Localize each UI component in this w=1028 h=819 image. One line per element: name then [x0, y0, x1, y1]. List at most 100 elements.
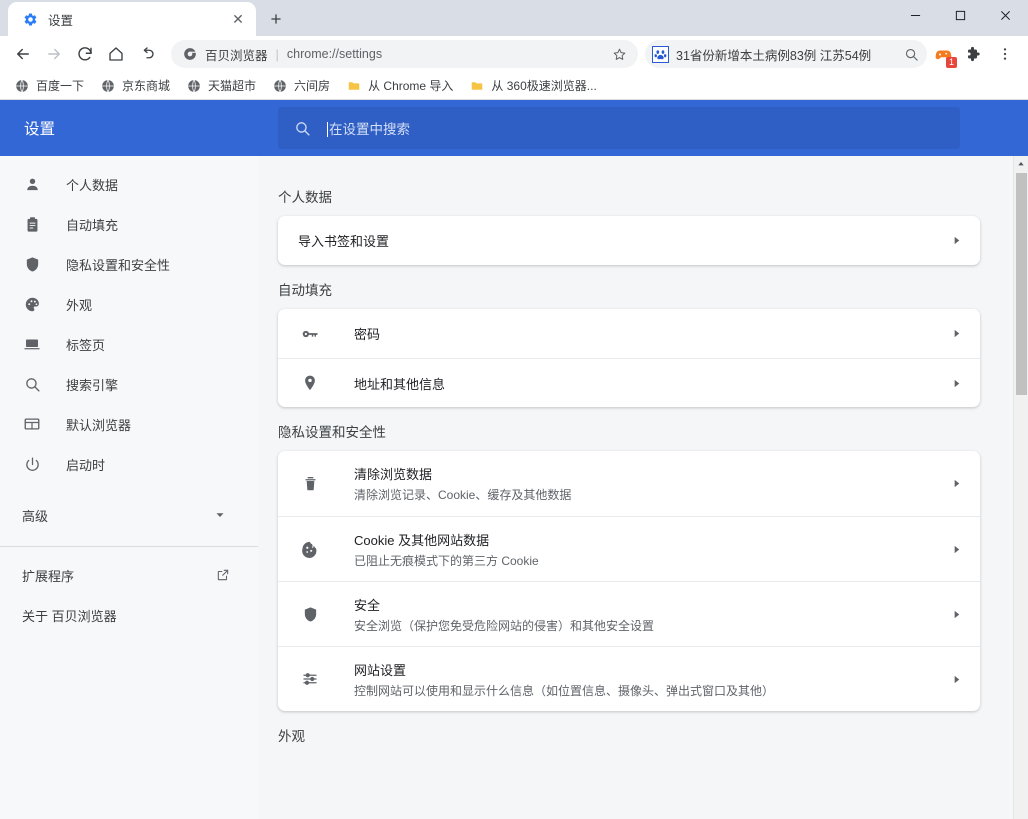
row-passwords[interactable]: 密码 — [278, 309, 980, 358]
baidu-paw-icon — [652, 45, 669, 63]
scroll-up-arrow-icon[interactable] — [1014, 156, 1028, 171]
back-icon[interactable] — [8, 39, 38, 69]
key-icon — [298, 325, 322, 343]
row-addresses-and-more[interactable]: 地址和其他信息 — [278, 358, 980, 407]
sidebar-item-label: 外观 — [66, 297, 93, 313]
row-clear-browsing-data[interactable]: 清除浏览数据 清除浏览记录、Cookie、缓存及其他数据 — [278, 451, 980, 516]
search-query-value: 31省份新增本土病例83例 江苏54例 — [676, 48, 872, 63]
row-subtitle: 控制网站可以使用和显示什么信息（如位置信息、摄像头、弹出式窗口及其他） — [354, 683, 775, 698]
address-bar[interactable]: 百贝浏览器 | chrome://settings — [171, 40, 638, 68]
power-icon — [22, 454, 42, 474]
extensions-puzzle-icon[interactable] — [959, 39, 989, 69]
settings-body: 个人数据 自动填充 隐私设置和安全性 外观 标签页 搜索引擎 默认浏览器 启动时… — [0, 156, 1028, 819]
row-title: 地址和其他信息 — [354, 376, 446, 392]
section-title: 隐私设置和安全性 — [278, 425, 386, 440]
section-title: 个人数据 — [278, 190, 332, 205]
bookmarks-bar: 百度一下 京东商城 天猫超市 六间房 从 Chrome 导入 从 360极速浏览… — [0, 72, 1028, 100]
bookmark-item[interactable]: 京东商城 — [94, 74, 178, 97]
row-site-settings[interactable]: 网站设置 控制网站可以使用和显示什么信息（如位置信息、摄像头、弹出式窗口及其他） — [278, 646, 980, 711]
omnibox-brand: 百贝浏览器 — [205, 48, 268, 63]
row-text: 密码 — [354, 324, 944, 343]
globe-icon — [186, 78, 202, 94]
sidebar-footer-label: 关于 百贝浏览器 — [22, 608, 117, 624]
autofill-card: 密码 地址和其他信息 — [278, 309, 980, 407]
close-icon[interactable]: ✕ — [228, 9, 248, 29]
sidebar-item-default-browser[interactable]: 默认浏览器 — [0, 404, 258, 444]
new-tab-button[interactable] — [262, 5, 290, 33]
history-back-arrow-icon[interactable] — [132, 39, 162, 69]
sidebar-item-tabs[interactable]: 标签页 — [0, 324, 258, 364]
sidebar-advanced-label: 高级 — [22, 508, 49, 524]
row-text: Cookie 及其他网站数据 已阻止无痕模式下的第三方 Cookie — [354, 530, 944, 569]
trash-icon — [298, 475, 322, 492]
bookmark-item[interactable]: 百度一下 — [8, 74, 92, 97]
browser-menu-icon[interactable] — [990, 39, 1020, 69]
omnibox-url: chrome://settings — [286, 47, 383, 61]
reload-icon[interactable] — [70, 39, 100, 69]
sidebar-item-about[interactable]: 关于 百贝浏览器 — [0, 595, 258, 635]
game-center-button[interactable]: 1 — [928, 39, 958, 69]
search-bar[interactable]: 31省份新增本土病例83例 江苏54例 — [645, 40, 927, 68]
clipboard-icon — [22, 214, 42, 234]
bookmark-label: 百度一下 — [36, 79, 85, 93]
maximize-button[interactable] — [938, 0, 983, 30]
sidebar-item-extensions[interactable]: 扩展程序 — [0, 555, 258, 595]
settings-content: 个人数据 导入书签和设置 自动填充 密码 地址和其他信息 隐私设置和安全性 清除… — [258, 156, 1028, 819]
shield-icon — [298, 606, 322, 623]
sidebar-item-label: 隐私设置和安全性 — [66, 257, 171, 273]
chevron-right-icon — [944, 478, 962, 489]
chevron-right-icon — [944, 378, 962, 389]
sidebar-item-label: 自动填充 — [66, 217, 119, 233]
search-icon[interactable] — [904, 47, 919, 62]
row-subtitle: 清除浏览记录、Cookie、缓存及其他数据 — [354, 488, 572, 502]
folder-icon — [469, 78, 485, 94]
browser-tab-settings[interactable]: 设置 ✕ — [8, 2, 256, 36]
close-button[interactable] — [983, 0, 1028, 30]
bookmark-star-icon[interactable] — [610, 47, 628, 62]
home-icon[interactable] — [101, 39, 131, 69]
row-title: 导入书签和设置 — [298, 234, 390, 249]
bookmark-folder[interactable]: 从 Chrome 导入 — [340, 74, 461, 97]
row-title: 安全 — [354, 597, 381, 613]
chevron-right-icon — [944, 328, 962, 339]
sidebar-item-autofill[interactable]: 自动填充 — [0, 204, 258, 244]
bookmark-label: 天猫超市 — [208, 79, 257, 93]
row-cookies-and-site-data[interactable]: Cookie 及其他网站数据 已阻止无痕模式下的第三方 Cookie — [278, 516, 980, 581]
row-text: 地址和其他信息 — [354, 374, 944, 393]
chevron-right-icon — [944, 235, 962, 246]
minimize-button[interactable] — [893, 0, 938, 30]
bookmark-item[interactable]: 六间房 — [266, 74, 338, 97]
settings-search-placeholder: 在设置中搜索 — [327, 118, 410, 138]
sidebar-item-advanced[interactable]: 高级 — [0, 492, 258, 538]
sidebar-item-search-engine[interactable]: 搜索引擎 — [0, 364, 258, 404]
content-scrollbar[interactable] — [1013, 156, 1028, 819]
bookmark-label: 从 360极速浏览器... — [491, 79, 597, 93]
row-security[interactable]: 安全 安全浏览（保护您免受危险网站的侵害）和其他安全设置 — [278, 581, 980, 646]
scrollbar-thumb[interactable] — [1016, 173, 1027, 395]
title-bar: 设置 ✕ — [0, 0, 1028, 36]
external-link-icon — [216, 568, 230, 582]
folder-icon — [346, 78, 362, 94]
settings-search-input[interactable]: 在设置中搜索 — [278, 107, 960, 149]
sidebar-item-personal-data[interactable]: 个人数据 — [0, 164, 258, 204]
sidebar-item-label: 个人数据 — [66, 177, 119, 193]
globe-icon — [272, 78, 288, 94]
chevron-right-icon — [944, 674, 962, 685]
browser-window-icon — [22, 414, 42, 434]
row-import-bookmarks-settings[interactable]: 导入书签和设置 — [278, 216, 980, 265]
sidebar-item-on-startup[interactable]: 启动时 — [0, 444, 258, 484]
bookmark-item[interactable]: 天猫超市 — [180, 74, 264, 97]
chevron-right-icon — [944, 609, 962, 620]
bookmark-folder[interactable]: 从 360极速浏览器... — [463, 74, 604, 97]
row-title: 清除浏览数据 — [354, 467, 433, 482]
sidebar-item-privacy-security[interactable]: 隐私设置和安全性 — [0, 244, 258, 284]
shield-icon — [22, 254, 42, 274]
tab-title: 设置 — [48, 13, 74, 28]
chevron-right-icon — [944, 544, 962, 555]
sliders-icon — [298, 670, 322, 688]
omnibox-separator: | — [275, 46, 279, 62]
settings-search-placeholder-text: 在设置中搜索 — [329, 122, 410, 137]
sidebar-item-appearance[interactable]: 外观 — [0, 284, 258, 324]
forward-icon[interactable] — [39, 39, 69, 69]
settings-sidebar: 个人数据 自动填充 隐私设置和安全性 外观 标签页 搜索引擎 默认浏览器 启动时… — [0, 156, 258, 819]
